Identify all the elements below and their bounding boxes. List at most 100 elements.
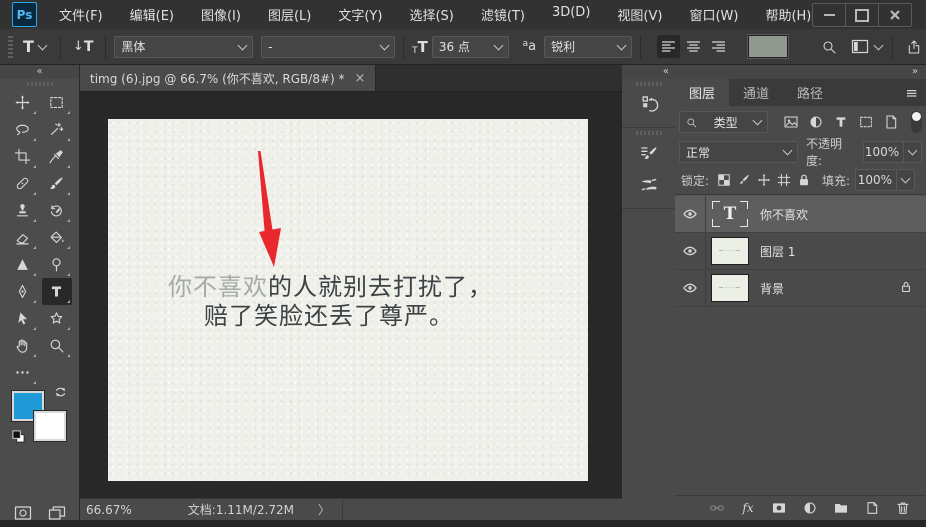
menu-item[interactable]: 图层(L) bbox=[268, 5, 311, 24]
menu-item[interactable]: 帮助(H) bbox=[765, 5, 811, 24]
tool-spot-healing-brush[interactable] bbox=[8, 170, 38, 197]
layer-filter-select[interactable]: 类型 bbox=[679, 111, 769, 133]
panel-menu-icon[interactable]: ≡ bbox=[905, 84, 918, 102]
menu-item[interactable]: 图像(I) bbox=[201, 5, 241, 24]
new-layer-button[interactable] bbox=[863, 499, 881, 517]
add-layer-mask-button[interactable] bbox=[770, 499, 788, 517]
new-group-button[interactable] bbox=[832, 499, 850, 517]
menu-item[interactable]: 编辑(E) bbox=[130, 5, 174, 24]
canvas[interactable]: 你不喜欢的人就别去打扰了， 赔了笑脸还丢了尊严。 bbox=[80, 91, 622, 499]
layer-row[interactable]: ~···~ 背景 bbox=[675, 270, 926, 307]
tooldock-collapse-button[interactable]: « bbox=[0, 65, 79, 79]
tool-crop[interactable] bbox=[8, 143, 38, 170]
align-right-button[interactable] bbox=[707, 35, 730, 58]
font-family-select[interactable]: 黑体 bbox=[114, 35, 254, 58]
share-button[interactable] bbox=[901, 36, 926, 58]
link-layers-button[interactable] bbox=[708, 499, 726, 517]
lock-transparency-button[interactable] bbox=[714, 170, 734, 190]
blend-mode-select[interactable]: 正常 bbox=[679, 141, 798, 163]
status-expand-icon[interactable]: 〉 bbox=[318, 501, 330, 518]
panel-grip[interactable] bbox=[635, 82, 662, 86]
tool-more-tools[interactable] bbox=[8, 359, 38, 386]
minimize-button[interactable] bbox=[813, 4, 846, 26]
menu-item[interactable]: 选择(S) bbox=[409, 5, 453, 24]
brushes-panel-button[interactable] bbox=[632, 170, 666, 200]
tool-custom-shape[interactable] bbox=[42, 305, 72, 332]
maximize-button[interactable] bbox=[846, 4, 879, 26]
tab-paths[interactable]: 路径 bbox=[783, 79, 837, 106]
filter-smart-objects-button[interactable] bbox=[878, 111, 903, 133]
tool-horizontal-type[interactable] bbox=[41, 278, 72, 305]
tool-preset-picker[interactable]: T bbox=[23, 37, 48, 56]
zoom-level-field[interactable]: 66.67% bbox=[86, 503, 132, 517]
document-tab[interactable]: timg (6).jpg @ 66.7% (你不喜欢, RGB/8#) * × bbox=[80, 65, 377, 91]
tab-channels[interactable]: 通道 bbox=[729, 79, 783, 106]
layer-row[interactable]: T 你不喜欢 bbox=[675, 196, 926, 233]
lock-artboard-button[interactable] bbox=[774, 170, 794, 190]
layer-thumbnail[interactable]: ~···~ bbox=[706, 233, 754, 269]
workspace-switcher[interactable] bbox=[851, 39, 884, 54]
tool-history-brush[interactable] bbox=[42, 197, 72, 224]
anti-alias-select[interactable]: 锐利 bbox=[544, 35, 633, 58]
align-center-button[interactable] bbox=[682, 35, 705, 58]
fill-field[interactable]: 100% bbox=[855, 169, 898, 191]
tool-lasso[interactable] bbox=[8, 116, 38, 143]
layer-filtering-toggle[interactable] bbox=[911, 111, 922, 133]
tool-clone-stamp[interactable] bbox=[8, 197, 38, 224]
filter-type-layers-button[interactable] bbox=[828, 111, 853, 133]
brush-settings-panel-button[interactable] bbox=[632, 138, 666, 168]
delete-layer-button[interactable] bbox=[894, 499, 912, 517]
layer-thumbnail[interactable]: ~···~ bbox=[706, 270, 754, 306]
menu-item[interactable]: 视图(V) bbox=[617, 5, 662, 24]
tool-sharpen[interactable] bbox=[8, 251, 38, 278]
swap-colors-icon[interactable] bbox=[54, 385, 68, 399]
tool-hand[interactable] bbox=[8, 332, 38, 359]
layer-visibility-toggle[interactable] bbox=[675, 196, 706, 232]
layer-thumbnail[interactable]: T bbox=[706, 196, 754, 232]
opacity-field[interactable]: 100% bbox=[862, 141, 905, 163]
menu-item[interactable]: 滤镜(T) bbox=[481, 5, 525, 24]
panel-grip[interactable] bbox=[635, 131, 662, 135]
close-button[interactable] bbox=[879, 4, 911, 26]
new-adjustment-layer-button[interactable] bbox=[801, 499, 819, 517]
tool-path-selection[interactable] bbox=[8, 305, 38, 332]
lock-pixels-button[interactable] bbox=[734, 170, 754, 190]
layer-row[interactable]: ~···~ 图层 1 bbox=[675, 233, 926, 270]
tool-eyedropper[interactable] bbox=[42, 143, 72, 170]
font-style-select[interactable]: - bbox=[261, 35, 396, 58]
tab-layers[interactable]: 图层 bbox=[675, 79, 730, 106]
layer-visibility-toggle[interactable] bbox=[675, 270, 706, 306]
tool-pen[interactable] bbox=[8, 278, 38, 305]
tool-brush[interactable] bbox=[42, 170, 72, 197]
background-color-swatch[interactable] bbox=[34, 411, 66, 441]
default-colors-icon[interactable] bbox=[12, 430, 25, 443]
filter-adjustment-layers-button[interactable] bbox=[803, 111, 828, 133]
panel-collapse-button[interactable]: » bbox=[675, 65, 926, 79]
tab-close-icon[interactable]: × bbox=[355, 72, 366, 85]
tool-eraser[interactable] bbox=[8, 224, 38, 251]
filter-shape-layers-button[interactable] bbox=[853, 111, 878, 133]
tool-rectangular-marquee[interactable] bbox=[42, 89, 72, 116]
tooldock-grip[interactable] bbox=[26, 82, 53, 86]
menu-item[interactable]: 文件(F) bbox=[59, 5, 103, 24]
screen-mode-button[interactable] bbox=[48, 505, 66, 521]
tool-paint-bucket[interactable] bbox=[42, 224, 72, 251]
quick-mask-button[interactable] bbox=[14, 505, 32, 521]
tool-dodge[interactable] bbox=[42, 251, 72, 278]
menu-item[interactable]: 3D(D) bbox=[552, 5, 590, 24]
font-size-select[interactable]: 36 点 bbox=[431, 35, 509, 58]
text-orientation-button[interactable]: ↓ T bbox=[73, 39, 93, 55]
tool-move[interactable] bbox=[8, 89, 38, 116]
align-left-button[interactable] bbox=[657, 35, 681, 58]
lock-all-button[interactable] bbox=[794, 170, 814, 190]
tool-magic-wand[interactable] bbox=[42, 116, 72, 143]
layer-visibility-toggle[interactable] bbox=[675, 233, 706, 269]
canvas-image[interactable]: 你不喜欢的人就别去打扰了， 赔了笑脸还丢了尊严。 bbox=[108, 119, 588, 481]
filter-pixel-layers-button[interactable] bbox=[778, 111, 803, 133]
menu-item[interactable]: 文字(Y) bbox=[338, 5, 382, 24]
tool-zoom[interactable] bbox=[42, 332, 72, 359]
text-color-swatch[interactable] bbox=[748, 35, 789, 58]
layer-style-button[interactable]: fx bbox=[739, 499, 757, 517]
history-panel-button[interactable] bbox=[632, 89, 666, 119]
menu-item[interactable]: 窗口(W) bbox=[689, 5, 738, 24]
